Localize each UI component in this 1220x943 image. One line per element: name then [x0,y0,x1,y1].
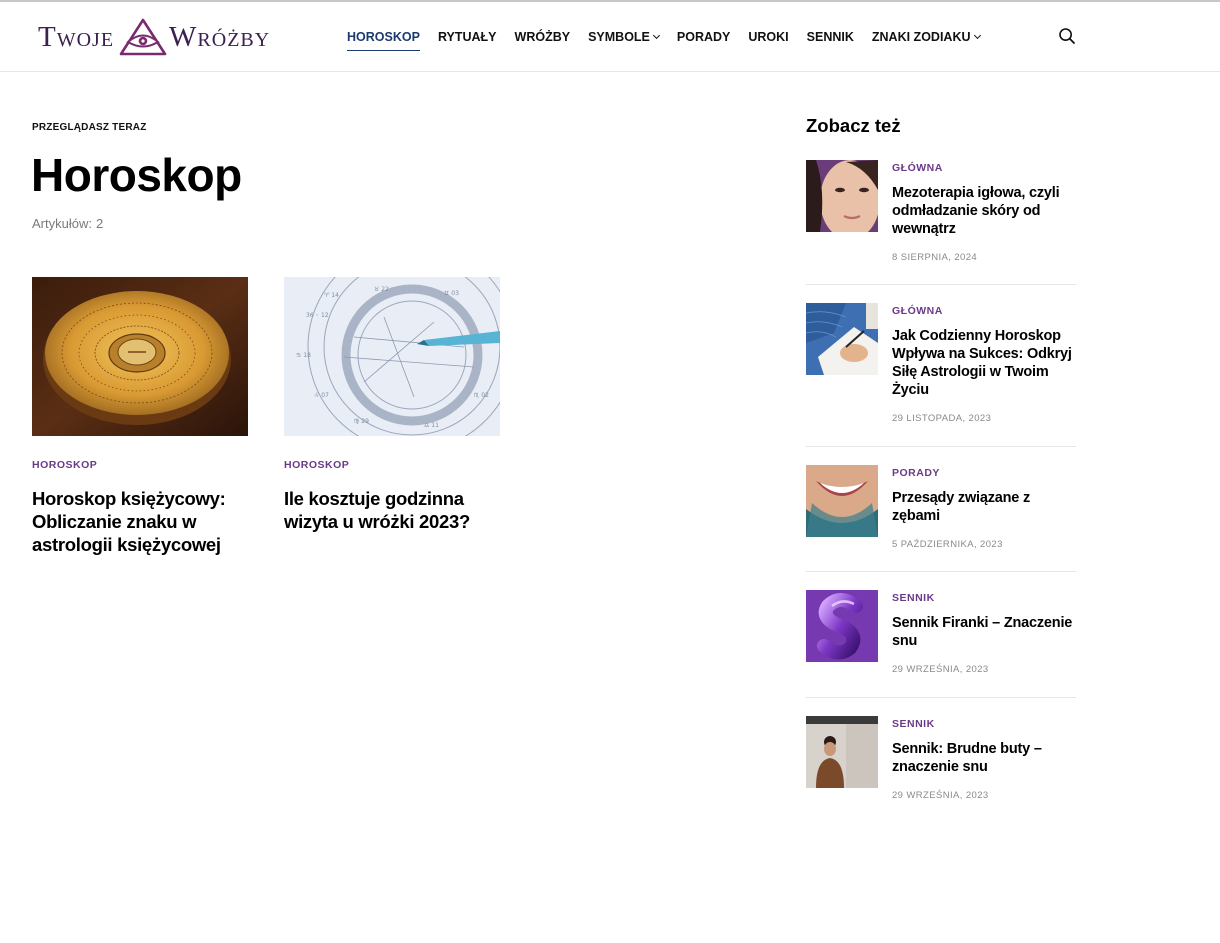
divider [806,697,1076,698]
woman-face-image[interactable] [806,160,878,232]
article-card: Horoskop Horoskop księżycowy: Obliczanie… [32,277,248,555]
letter-s-image[interactable] [806,590,878,662]
nav-item-uroki[interactable]: Uroki [748,25,788,49]
nav-item-znaki-zodiaku[interactable]: Znaki zodiaku [871,25,981,49]
astrology-chart-image[interactable]: 36 ◦ 12 ♈ 14 ♉ 22 ♊ 03 ♋ 18 ♌ 07 ♍ 29 ♎ 11 ♏ 0… [284,277,500,436]
nav-item-rytualy[interactable]: Rytuały [438,25,497,49]
svg-text:♈ 14: ♈ 14 [324,292,339,299]
sidebar-title: Zobacz też [806,115,901,136]
nav-label: Horoskop [347,30,420,44]
sidebar-item-date: 5 października, 2023 [892,539,1003,550]
count-value: 2 [95,216,104,231]
nav-label: Wróżby [514,30,571,44]
divider [806,571,1076,572]
nav-label: Sennik [806,30,854,44]
main-nav: Horoskop Rytuały Wróżby Symbole Porady U… [347,2,998,72]
sidebar-item-date: 29 września, 2023 [892,790,989,801]
nav-item-sennik[interactable]: Sennik [807,25,854,49]
article-count: Artykułów: 2 [32,216,103,231]
svg-text:♋ 18: ♋ 18 [296,352,311,359]
svg-text:♍ 29: ♍ 29 [354,418,369,425]
site-logo[interactable]: Twoje Wróżby [38,16,270,58]
article-title[interactable]: Horoskop księżycowy: Obliczanie znaku w … [32,487,248,556]
chevron-down-icon [973,31,981,40]
sidebar-item-date: 8 sierpnia, 2024 [892,252,978,263]
sidebar-item-title[interactable]: Mezoterapia igłowa, czyli odmładzanie sk… [892,184,1076,238]
sidebar-item-date: 29 listopada, 2023 [892,413,992,424]
nav-item-wrozby[interactable]: Wróżby [515,25,571,49]
chevron-down-icon [652,31,660,40]
divider [806,284,1076,285]
divider [806,446,1076,447]
article-category[interactable]: Horoskop [284,459,349,471]
article-category[interactable]: Horoskop [32,459,97,471]
svg-text:♉ 22: ♉ 22 [374,286,389,293]
browsing-label: Przeglądasz teraz [32,122,147,133]
article-title[interactable]: Ile kosztuje godzinna wizyta u wróżki 20… [284,487,500,533]
feng-shui-compass-image[interactable] [32,277,248,436]
nav-item-porady[interactable]: Porady [677,25,730,49]
sidebar-item-title[interactable]: Sennik: Brudne buty – znaczenie snu [892,740,1076,776]
eye-triangle-icon [119,18,167,56]
nav-label: Rytuały [437,30,497,44]
site-header: Twoje Wróżby Horoskop Rytuały Wróżby Sym… [0,2,1220,72]
nav-label: Uroki [748,30,789,44]
svg-text:36 ◦ 12: 36 ◦ 12 [306,312,329,319]
sidebar-item-title[interactable]: Sennik Firanki – Znaczenie snu [892,614,1076,650]
nav-item-horoskop[interactable]: Horoskop [347,25,420,51]
svg-text:♏ 02: ♏ 02 [474,392,489,399]
sidebar-item-title[interactable]: Jak Codzienny Horoskop Wpływa na Sukces:… [892,327,1076,399]
smile-image[interactable] [806,465,878,537]
search-icon[interactable] [1058,27,1076,45]
nav-label: Symbole [588,30,650,44]
nav-label: Porady [676,30,731,44]
svg-text:♌ 07: ♌ 07 [314,392,329,399]
sidebar-item-category[interactable]: Główna [892,305,943,317]
nav-label: Znaki zodiaku [871,30,971,44]
sidebar-item-date: 29 września, 2023 [892,664,989,675]
count-label: Artykułów: [32,216,92,231]
logo-word-right: Wróżby [169,20,271,53]
sidebar-item-category[interactable]: Sennik [892,592,935,604]
sidebar-item-category[interactable]: Porady [892,467,940,479]
svg-text:♎ 11: ♎ 11 [424,422,439,429]
page-title: Horoskop [31,149,242,201]
svg-text:♊ 03: ♊ 03 [444,290,459,297]
nav-item-symbole[interactable]: Symbole [588,25,660,49]
sidebar-item-title[interactable]: Przesądy związane z zębami [892,489,1076,525]
article-card: 36 ◦ 12 ♈ 14 ♉ 22 ♊ 03 ♋ 18 ♌ 07 ♍ 29 ♎ 11 ♏ 0… [284,277,500,532]
logo-word-left: Twoje [38,20,115,53]
person-portrait-image[interactable] [806,716,878,788]
sidebar-item-category[interactable]: Sennik [892,718,935,730]
sidebar-item-category[interactable]: Główna [892,162,943,174]
writing-hand-image[interactable] [806,303,878,375]
